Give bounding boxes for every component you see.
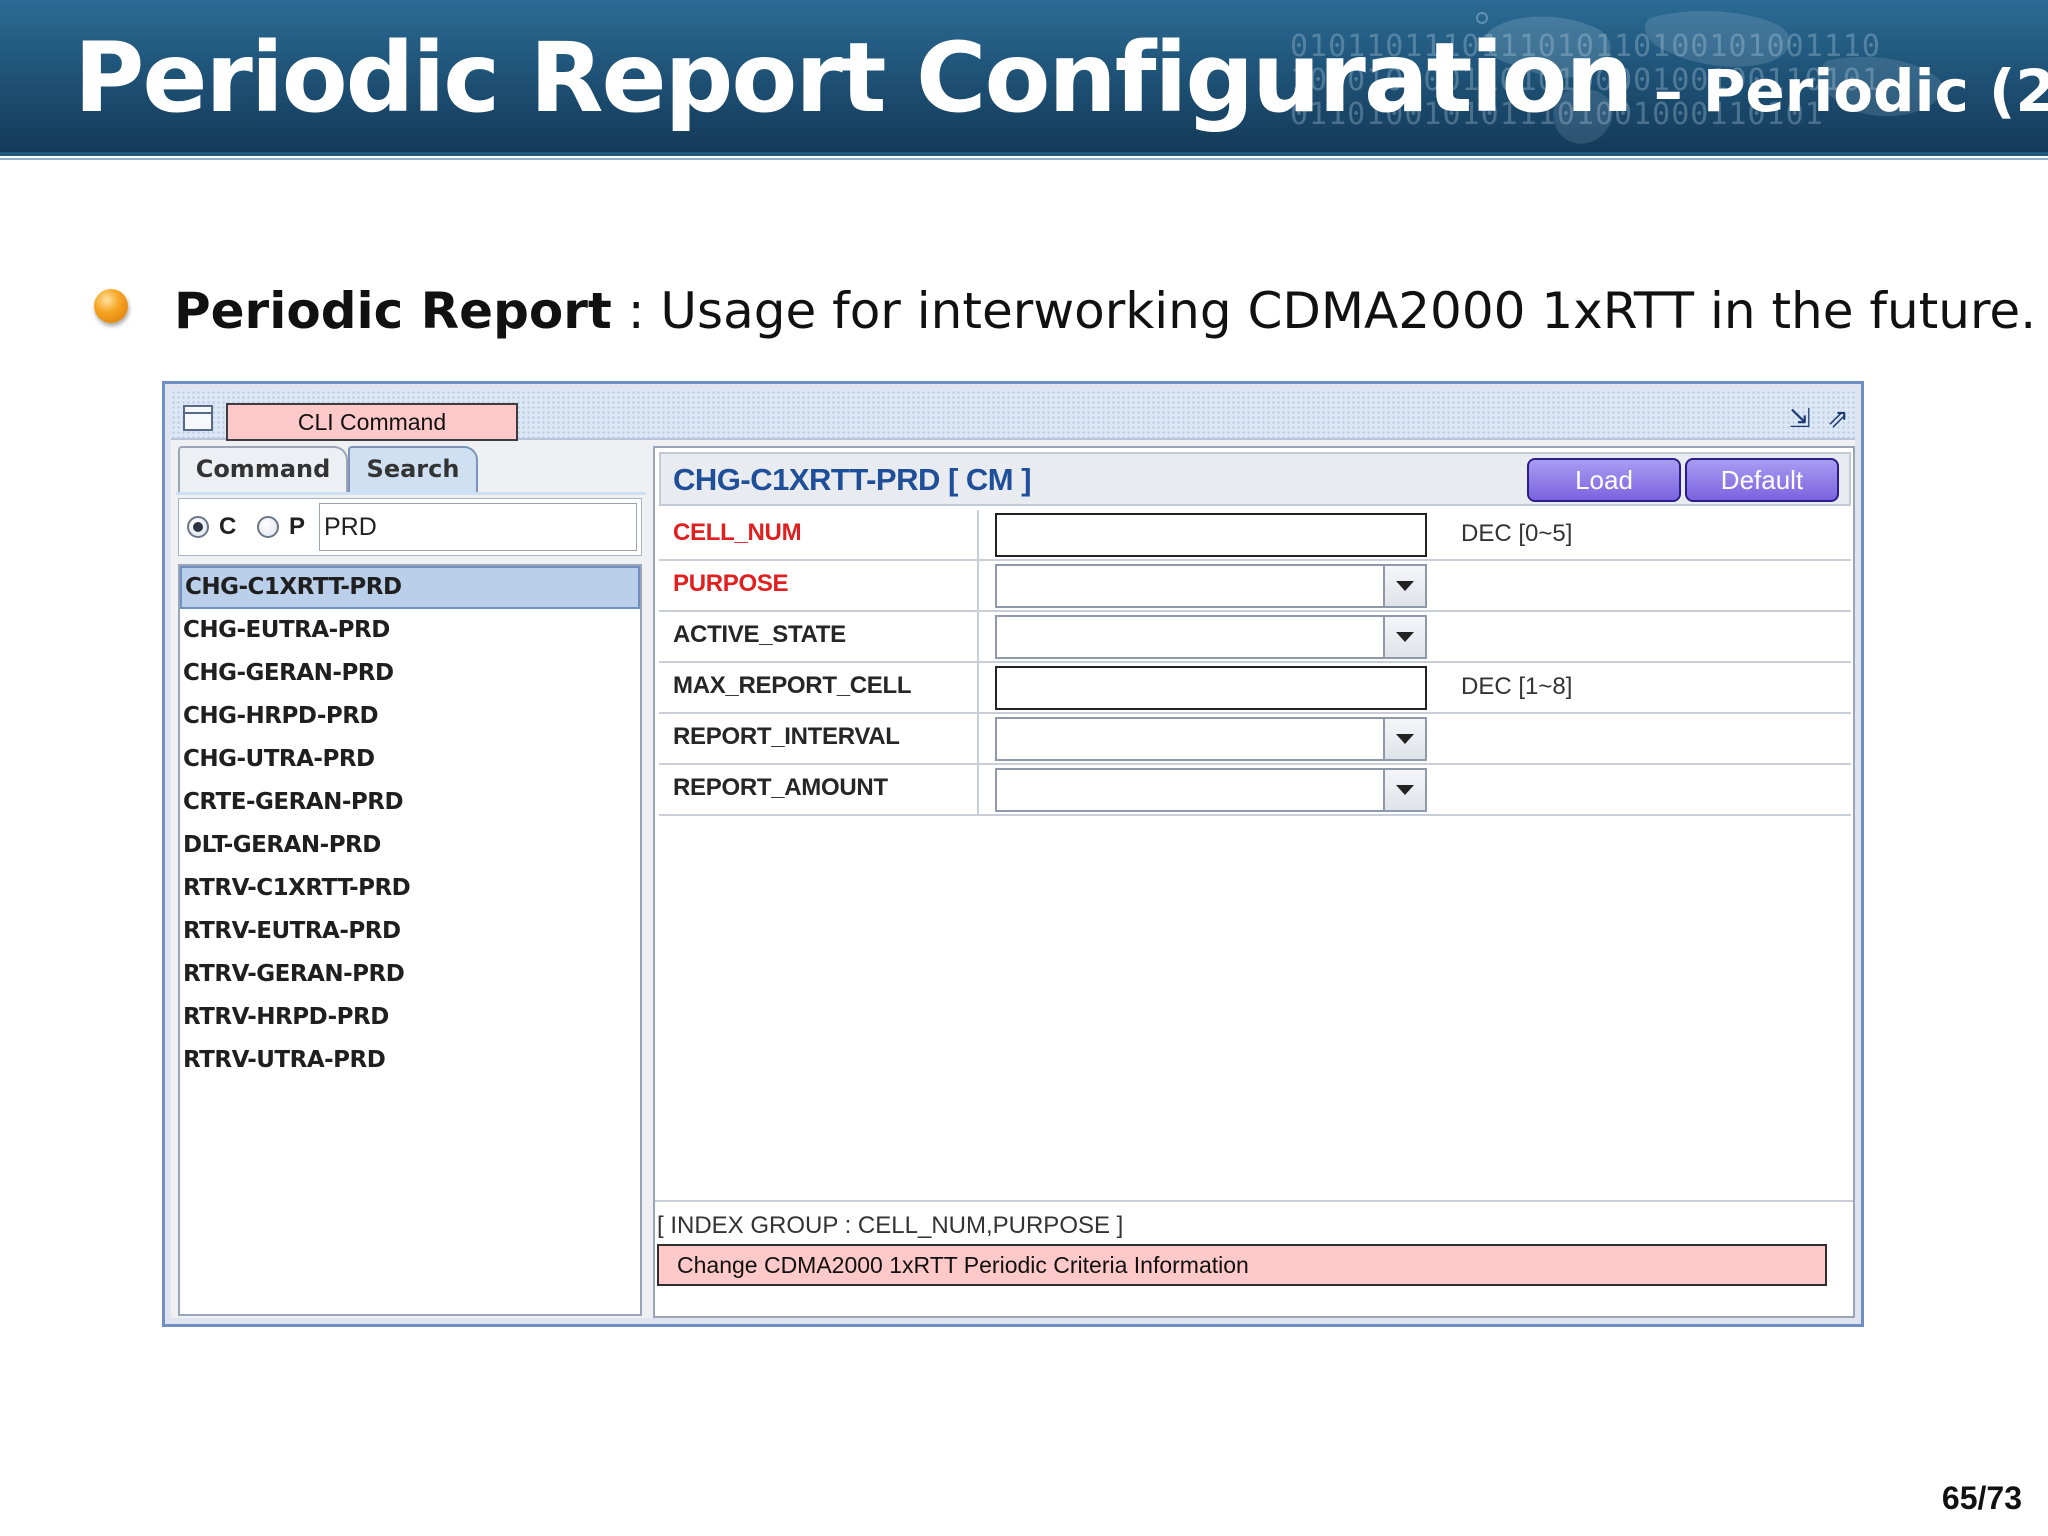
param-row-purpose: PURPOSE <box>659 561 1851 612</box>
list-item[interactable]: RTRV-C1XRTT-PRD <box>180 867 640 910</box>
param-row-cell-num: CELL_NUM DEC [0~5] <box>659 510 1851 561</box>
default-button[interactable]: Default <box>1685 458 1839 502</box>
bullet-icon <box>94 289 128 323</box>
slide-title: Periodic Report Configuration – Periodic … <box>74 22 2048 134</box>
list-item[interactable]: RTRV-UTRA-PRD <box>180 1039 640 1082</box>
list-item[interactable]: CRTE-GERAN-PRD <box>180 781 640 824</box>
slide-header: 0101101110111010110100101001110 10001010… <box>0 0 2048 152</box>
list-item[interactable]: CHG-UTRA-PRD <box>180 738 640 781</box>
tab-command[interactable]: Command <box>178 446 348 492</box>
param-label: CELL_NUM <box>673 519 802 546</box>
load-button[interactable]: Load <box>1527 458 1681 502</box>
window-title: CLI Command <box>226 403 518 441</box>
cell-num-input[interactable] <box>995 513 1427 557</box>
list-item[interactable]: DLT-GERAN-PRD <box>180 824 640 867</box>
minimize-icon[interactable]: ⇲ <box>1785 404 1815 434</box>
param-row-max-report-cell: MAX_REPORT_CELL DEC [1~8] <box>659 663 1851 714</box>
tab-search[interactable]: Search <box>348 446 478 492</box>
command-header: CHG-C1XRTT-PRD [ CM ] Load Default <box>659 452 1851 506</box>
param-label: PURPOSE <box>673 570 789 597</box>
list-item[interactable]: RTRV-EUTRA-PRD <box>180 910 640 953</box>
purpose-select[interactable] <box>995 564 1427 608</box>
command-list[interactable]: CHG-C1XRTT-PRD CHG-EUTRA-PRD CHG-GERAN-P… <box>178 564 642 1316</box>
search-filter: C P PRD <box>178 498 642 556</box>
column-divider <box>977 663 979 712</box>
list-item[interactable]: CHG-C1XRTT-PRD <box>180 566 640 609</box>
parameter-table: CELL_NUM DEC [0~5] PURPOSE ACTIVE_STATE <box>659 510 1851 816</box>
param-label: REPORT_INTERVAL <box>673 723 900 750</box>
list-item[interactable]: CHG-GERAN-PRD <box>180 652 640 695</box>
column-divider <box>977 612 979 661</box>
radio-c-label: C <box>219 513 237 540</box>
window-icon <box>183 405 213 431</box>
tab-underline <box>176 492 646 495</box>
radio-p-label: P <box>289 513 306 540</box>
max-report-cell-input[interactable] <box>995 666 1427 710</box>
detail-divider <box>655 1200 1853 1202</box>
slide-title-main: Periodic Report Configuration <box>74 22 1634 134</box>
list-item[interactable]: CHG-HRPD-PRD <box>180 695 640 738</box>
param-row-report-interval: REPORT_INTERVAL <box>659 714 1851 765</box>
cli-command-window: CLI Command ⇲ ⇗ Command Search C P PRD C… <box>162 381 1864 1327</box>
chevron-down-icon[interactable] <box>1383 617 1425 657</box>
window-body: CLI Command ⇲ ⇗ Command Search C P PRD C… <box>171 390 1855 1318</box>
index-group-label: [ INDEX GROUP : CELL_NUM,PURPOSE ] <box>657 1212 1124 1239</box>
bullet-description: : Usage for interworking CDMA2000 1xRTT … <box>611 282 2037 340</box>
column-divider <box>977 765 979 814</box>
chevron-down-icon[interactable] <box>1383 719 1425 759</box>
maximize-icon[interactable]: ⇗ <box>1823 404 1853 434</box>
column-divider <box>977 510 979 559</box>
column-divider <box>977 561 979 610</box>
search-input[interactable]: PRD <box>319 503 637 551</box>
param-row-report-amount: REPORT_AMOUNT <box>659 765 1851 816</box>
command-title: CHG-C1XRTT-PRD [ CM ] <box>673 462 1032 497</box>
chevron-down-icon[interactable] <box>1383 566 1425 606</box>
bullet-term: Periodic Report <box>174 282 612 340</box>
command-description: Change CDMA2000 1xRTT Periodic Criteria … <box>657 1244 1827 1286</box>
command-detail-panel: CHG-C1XRTT-PRD [ CM ] Load Default CELL_… <box>653 446 1855 1318</box>
command-browser: Command Search C P PRD CHG-C1XRTT-PRD CH… <box>176 446 646 1318</box>
report-amount-select[interactable] <box>995 768 1427 812</box>
chevron-down-icon[interactable] <box>1383 770 1425 810</box>
param-range: DEC [0~5] <box>1461 520 1573 547</box>
list-item[interactable]: CHG-EUTRA-PRD <box>180 609 640 652</box>
active-state-select[interactable] <box>995 615 1427 659</box>
param-label: MAX_REPORT_CELL <box>673 672 912 699</box>
param-label: ACTIVE_STATE <box>673 621 846 648</box>
list-item[interactable]: RTRV-HRPD-PRD <box>180 996 640 1039</box>
header-divider-thin <box>0 158 2048 160</box>
radio-c[interactable] <box>187 516 209 538</box>
bullet-text: Periodic Report : Usage for interworking… <box>174 282 2036 340</box>
param-label: REPORT_AMOUNT <box>673 774 888 801</box>
radio-p[interactable] <box>257 516 279 538</box>
list-item[interactable]: RTRV-GERAN-PRD <box>180 953 640 996</box>
column-divider <box>977 714 979 763</box>
slide-title-sub: – Periodic (2/4) <box>1653 57 2048 125</box>
window-titlebar[interactable]: CLI Command ⇲ ⇗ <box>171 390 1855 441</box>
report-interval-select[interactable] <box>995 717 1427 761</box>
param-row-active-state: ACTIVE_STATE <box>659 612 1851 663</box>
page-number: 65/73 <box>1941 1480 2022 1516</box>
header-divider <box>0 152 2048 156</box>
param-range: DEC [1~8] <box>1461 673 1573 700</box>
